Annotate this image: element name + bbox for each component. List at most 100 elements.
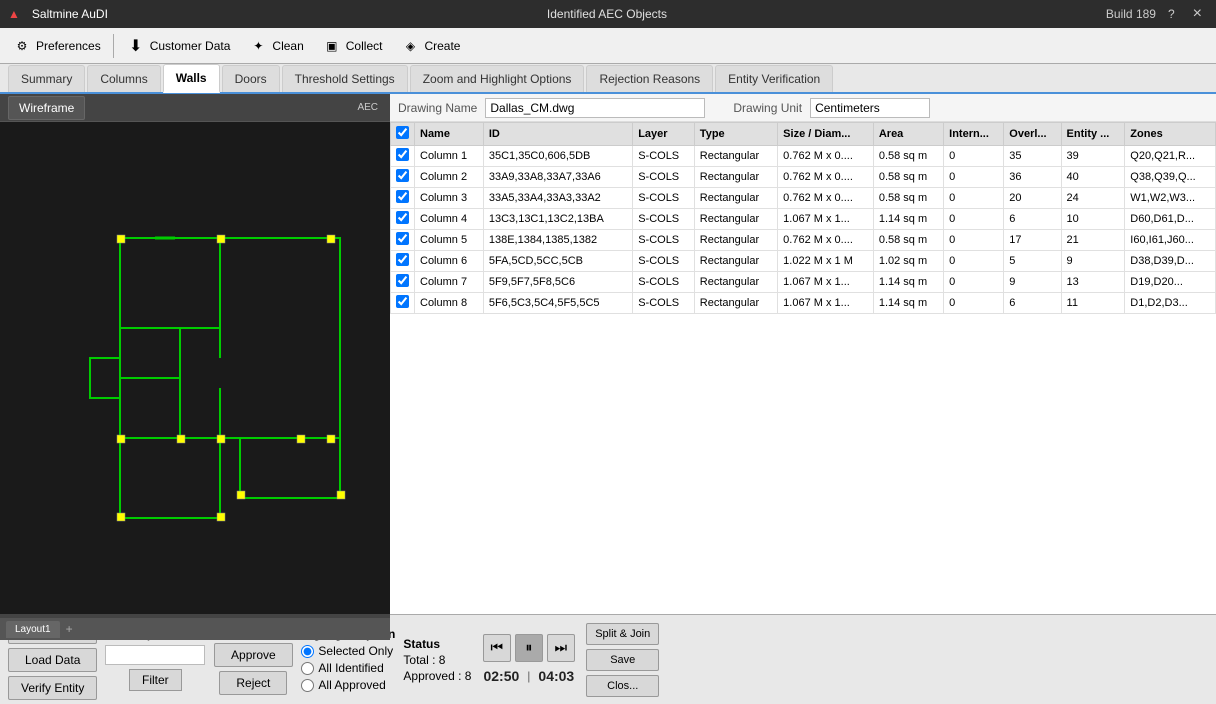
header-id: ID (483, 123, 632, 146)
selected-only-radio-row: Selected Only (301, 644, 395, 658)
table-header-row: Name ID Layer Type Size / Diam... Area I… (391, 123, 1216, 146)
load-data-button[interactable]: Load Data (8, 648, 97, 672)
row-checkbox[interactable] (391, 251, 415, 272)
row-checkbox[interactable] (391, 209, 415, 230)
all-identified-radio[interactable] (301, 662, 314, 675)
transport-section: ⏮ ⏸ ⏭ 02:50 | 04:03 (479, 634, 578, 686)
action-buttons: Split & Join Save Clos... (586, 623, 659, 697)
drawing-canvas[interactable] (0, 122, 390, 614)
cell-overl: 9 (1004, 272, 1061, 293)
preferences-button[interactable]: ⚙ Preferences (4, 32, 109, 60)
all-identified-radio-row: All Identified (301, 661, 395, 675)
tab-walls[interactable]: Walls (163, 64, 220, 93)
customer-data-button[interactable]: ⬇ Customer Data (118, 32, 239, 60)
clean-icon: ✦ (248, 36, 268, 56)
drawing-name-input[interactable] (485, 98, 705, 118)
approved-row: Approved : 8 (403, 669, 471, 683)
row-checkbox[interactable] (391, 188, 415, 209)
cell-entity: 9 (1061, 251, 1125, 272)
cell-name: Column 8 (415, 293, 484, 314)
table-row[interactable]: Column 3 33A5,33A4,33A3,33A2 S-COLS Rect… (391, 188, 1216, 209)
row-checkbox[interactable] (391, 293, 415, 314)
approved-label: Approved : (403, 669, 461, 683)
left-panel: Wireframe AEC (0, 94, 390, 614)
time-displays: 02:50 | 04:03 (479, 666, 578, 686)
cell-id: 5FA,5CD,5CC,5CB (483, 251, 632, 272)
clean-label: Clean (272, 39, 303, 53)
verify-entity-button[interactable]: Verify Entity (8, 676, 97, 700)
tab-entity-verification[interactable]: Entity Verification (715, 65, 833, 92)
save-button[interactable]: Save (586, 649, 659, 671)
layout1-tab[interactable]: Layout1 (6, 621, 60, 638)
cell-layer: S-COLS (633, 251, 695, 272)
rewind-button[interactable]: ⏮ (483, 634, 511, 662)
keyword-input[interactable] (105, 645, 205, 665)
table-row[interactable]: Column 4 13C3,13C1,13C2,13BA S-COLS Rect… (391, 209, 1216, 230)
cell-zones: I60,I61,J60... (1125, 230, 1216, 251)
toolbar: ⚙ Preferences ⬇ Customer Data ✦ Clean ▣ … (0, 28, 1216, 64)
clean-button[interactable]: ✦ Clean (240, 32, 311, 60)
cell-size: 1.067 M x 1... (778, 272, 874, 293)
close-button[interactable]: × (1187, 5, 1208, 23)
all-approved-radio-row: All Approved (301, 678, 395, 692)
cell-size: 1.022 M x 1 M (778, 251, 874, 272)
row-checkbox[interactable] (391, 272, 415, 293)
row-checkbox[interactable] (391, 230, 415, 251)
tab-threshold[interactable]: Threshold Settings (282, 65, 408, 92)
filter-button[interactable]: Filter (129, 669, 182, 691)
approved-value: 8 (465, 669, 472, 683)
collect-button[interactable]: ▣ Collect (314, 32, 391, 60)
tab-doors[interactable]: Doors (222, 65, 280, 92)
row-checkbox[interactable] (391, 146, 415, 167)
cell-area: 0.58 sq m (873, 146, 943, 167)
table-row[interactable]: Column 1 35C1,35C0,606,5DB S-COLS Rectan… (391, 146, 1216, 167)
tab-zoom-highlight[interactable]: Zoom and Highlight Options (410, 65, 585, 92)
cell-type: Rectangular (694, 209, 777, 230)
all-approved-radio[interactable] (301, 679, 314, 692)
pause-button[interactable]: ⏸ (515, 634, 543, 662)
header-checkbox[interactable] (391, 123, 415, 146)
cell-type: Rectangular (694, 251, 777, 272)
drawing-name-label: Drawing Name (398, 101, 477, 115)
table-container[interactable]: Name ID Layer Type Size / Diam... Area I… (390, 122, 1216, 614)
customer-data-label: Customer Data (150, 39, 231, 53)
forward-button[interactable]: ⏭ (547, 634, 575, 662)
split-join-button[interactable]: Split & Join (586, 623, 659, 645)
cell-id: 35C1,35C0,606,5DB (483, 146, 632, 167)
selected-only-radio[interactable] (301, 645, 314, 658)
cell-zones: W1,W2,W3... (1125, 188, 1216, 209)
cell-area: 1.02 sq m (873, 251, 943, 272)
status-section: Status Total : 8 Approved : 8 (403, 637, 471, 683)
wireframe-tab[interactable]: Wireframe (8, 96, 85, 120)
row-checkbox[interactable] (391, 167, 415, 188)
table-row[interactable]: Column 6 5FA,5CD,5CC,5CB S-COLS Rectangu… (391, 251, 1216, 272)
cell-intern: 0 (944, 293, 1004, 314)
reject-button[interactable]: Reject (219, 671, 287, 695)
status-label: Status (403, 637, 471, 651)
tab-columns[interactable]: Columns (87, 65, 160, 92)
add-layout-button[interactable]: + (62, 622, 77, 636)
cell-overl: 17 (1004, 230, 1061, 251)
cell-layer: S-COLS (633, 230, 695, 251)
cell-entity: 24 (1061, 188, 1125, 209)
drawing-unit-input[interactable] (810, 98, 930, 118)
table-row[interactable]: Column 5 138E,1384,1385,1382 S-COLS Rect… (391, 230, 1216, 251)
table-row[interactable]: Column 2 33A9,33A8,33A7,33A6 S-COLS Rect… (391, 167, 1216, 188)
header-entity: Entity ... (1061, 123, 1125, 146)
cell-entity: 10 (1061, 209, 1125, 230)
cell-type: Rectangular (694, 230, 777, 251)
tab-rejection[interactable]: Rejection Reasons (586, 65, 713, 92)
title-bar-left: ▲ Saltmine AuDI (8, 7, 108, 21)
cell-size: 0.762 M x 0.... (778, 146, 874, 167)
tab-summary[interactable]: Summary (8, 65, 85, 92)
table-row[interactable]: Column 7 5F9,5F7,5F8,5C6 S-COLS Rectangu… (391, 272, 1216, 293)
close-button[interactable]: Clos... (586, 675, 659, 697)
cell-entity: 21 (1061, 230, 1125, 251)
cell-name: Column 4 (415, 209, 484, 230)
help-button[interactable]: ? (1164, 7, 1179, 21)
approve-button[interactable]: Approve (214, 643, 293, 667)
create-button[interactable]: ◈ Create (392, 32, 468, 60)
cell-size: 1.067 M x 1... (778, 209, 874, 230)
tab-row: Summary Columns Walls Doors Threshold Se… (0, 64, 1216, 94)
table-row[interactable]: Column 8 5F6,5C3,5C4,5F5,5C5 S-COLS Rect… (391, 293, 1216, 314)
